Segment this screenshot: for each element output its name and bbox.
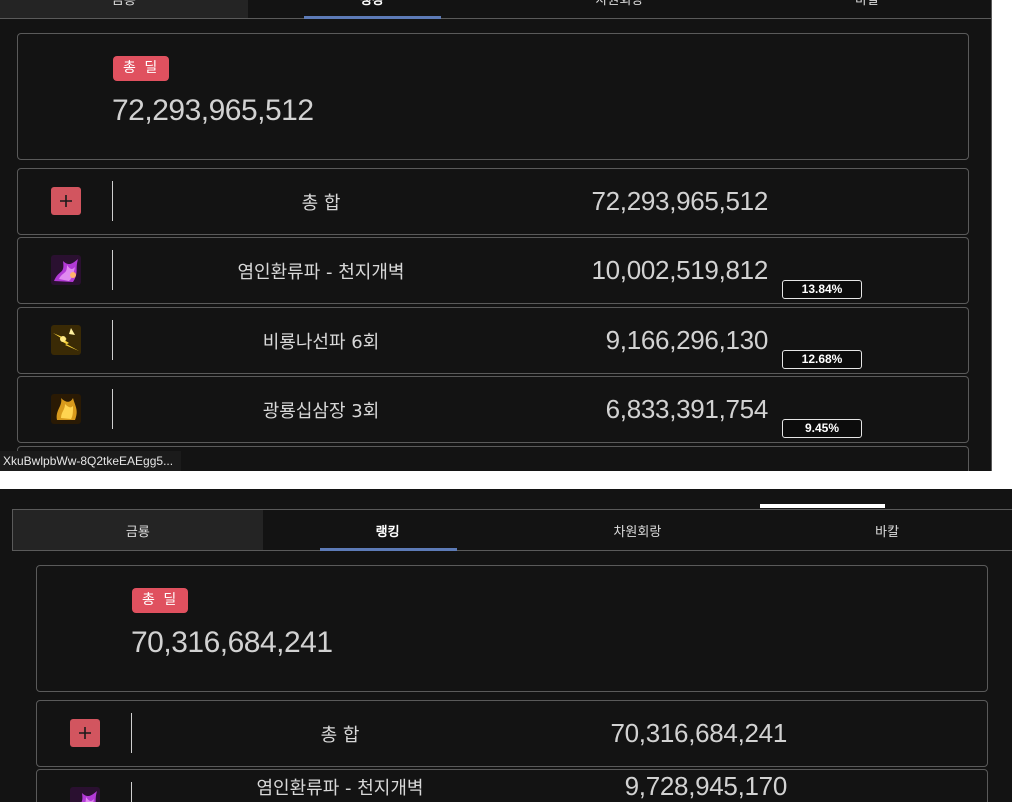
- total-damage-badge: 총 딜: [113, 56, 170, 81]
- summary-value: 72,293,965,512: [591, 186, 768, 216]
- damage-panel-bottom: 금룡 랭킹 차원회랑 바칼 총 딜 70,316,684,241 총 합 70,…: [0, 489, 1012, 802]
- golden-dragon-skill-icon: [51, 394, 81, 424]
- row-divider: [112, 181, 113, 221]
- tab-label: 차원회랑: [613, 524, 662, 540]
- summary-name: 총 합: [301, 192, 341, 214]
- skill-damage-value: 9,728,945,170: [624, 771, 788, 801]
- yellow-lightning-skill-icon: [51, 325, 81, 355]
- plus-icon: [60, 195, 72, 207]
- skill-name: 염인환류파 - 천지개벽: [237, 261, 405, 283]
- total-damage-card: 총 딜 72,293,965,512: [17, 33, 969, 160]
- row-divider: [131, 713, 132, 753]
- tab-label: 랭킹: [359, 0, 384, 8]
- skill-damage-percent: 13.84%: [782, 280, 862, 299]
- purple-flame-skill-icon: [70, 787, 100, 802]
- total-damage-badge: 총 딜: [132, 588, 189, 613]
- tab-bakal[interactable]: 바칼: [743, 0, 991, 18]
- skill-damage-value: 10,002,519,812: [591, 255, 768, 285]
- tab-dimension-corridor[interactable]: 차원회랑: [513, 510, 763, 550]
- tab-geumryong[interactable]: 금룡: [0, 0, 248, 18]
- row-divider: [112, 320, 113, 360]
- tab-ranking[interactable]: 랭킹: [248, 0, 496, 19]
- total-damage-value: 70,316,684,241: [131, 626, 333, 659]
- tab-label: 바칼: [875, 524, 900, 540]
- active-tab-indicator: [319, 548, 457, 551]
- skill-row: 염인환류파 - 천지개벽 9,728,945,170: [36, 769, 988, 802]
- skill-name: 비룡나선파 6회: [262, 331, 380, 353]
- tab-label: 금룡: [125, 524, 150, 540]
- summary-row: 총 합 72,293,965,512: [17, 168, 969, 235]
- damage-panel-top: 금룡 랭킹 차원회랑 바칼 총 딜 72,293,965,512 총 합 72,…: [0, 0, 1012, 471]
- vertical-scrollbar[interactable]: [991, 0, 1012, 471]
- skill-name: 광룡십삼장 3회: [262, 400, 380, 422]
- plus-icon: [79, 727, 91, 739]
- tab-ranking[interactable]: 랭킹: [263, 510, 513, 551]
- tab-label: 금룡: [111, 0, 136, 8]
- tab-bakal[interactable]: 바칼: [762, 510, 1012, 550]
- skill-name: 염인환류파 - 천지개벽: [256, 777, 424, 799]
- expand-button[interactable]: [70, 719, 100, 747]
- tab-dimension-corridor[interactable]: 차원회랑: [496, 0, 744, 18]
- total-damage-value: 72,293,965,512: [112, 94, 314, 127]
- skill-row: 광룡십삼장 3회 6,833,391,754 9.45%: [17, 376, 969, 443]
- skill-damage-value: 6,833,391,754: [605, 394, 769, 424]
- tab-geumryong[interactable]: 금룡: [13, 510, 263, 550]
- row-divider: [131, 782, 132, 802]
- total-damage-card: 총 딜 70,316,684,241: [36, 565, 988, 692]
- active-tab-indicator: [303, 16, 441, 19]
- tab-bar: 금룡 랭킹 차원회랑 바칼: [12, 509, 1012, 551]
- tab-bar: 금룡 랭킹 차원회랑 바칼: [0, 0, 991, 19]
- skill-damage-percent: 12.68%: [782, 350, 862, 369]
- skill-damage-value: 9,166,296,130: [605, 325, 769, 355]
- skill-row: 염인환류파 - 천지개벽 10,002,519,812 13.84%: [17, 237, 969, 304]
- expand-button[interactable]: [51, 187, 81, 215]
- tab-label: 바칼: [855, 0, 880, 8]
- header-highlight-bar: [760, 504, 885, 508]
- purple-flame-skill-icon: [51, 255, 81, 285]
- tab-label: 랭킹: [375, 524, 400, 540]
- row-divider: [112, 250, 113, 290]
- skill-damage-percent: 9.45%: [782, 419, 862, 438]
- link-tooltip: XkuBwlpbWw-8Q2tkeEAEgg5...: [0, 451, 182, 471]
- row-divider: [112, 389, 113, 429]
- tab-label: 차원회랑: [595, 0, 644, 8]
- skill-row: 비룡나선파 6회 9,166,296,130 12.68%: [17, 307, 969, 374]
